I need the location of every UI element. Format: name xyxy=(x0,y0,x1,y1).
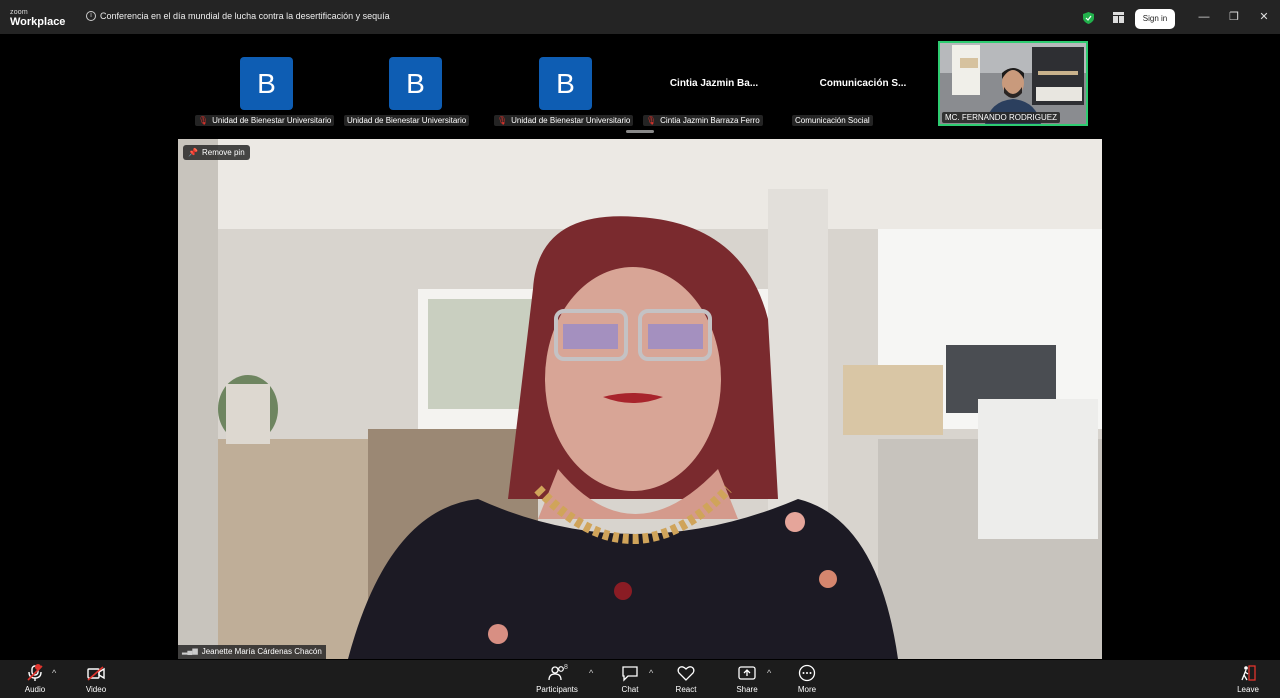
participant-name: MC. FERNANDO RODRIGUEZ xyxy=(945,113,1057,122)
participant-name: Unidad de Bienestar Universitario xyxy=(212,116,332,125)
more-icon xyxy=(798,664,816,682)
participant-tile[interactable]: B Unidad de Bienestar Universitario xyxy=(342,40,488,128)
logo-line1: zoom xyxy=(10,9,28,16)
muted-mic-icon: 🎙 xyxy=(497,116,508,125)
leave-label: Leave xyxy=(1237,685,1259,694)
participant-name: Unidad de Bienestar Universitario xyxy=(347,116,467,125)
participant-tile[interactable]: B 🎙 Unidad de Bienestar Universitario xyxy=(492,40,638,128)
chat-icon xyxy=(622,666,638,682)
main-speaker-video[interactable] xyxy=(178,139,1102,659)
strip-scroll-indicator[interactable] xyxy=(626,130,654,133)
speaker-name-label: ▂▄▆ Jeanette María Cárdenas Chacón xyxy=(178,645,326,659)
minimize-button[interactable]: — xyxy=(1197,10,1211,24)
participant-display-name: Cintia Jazmin Ba... xyxy=(669,78,759,89)
signal-strength-icon: ▂▄▆ xyxy=(182,648,198,655)
participants-options-caret[interactable]: ^ xyxy=(589,668,593,678)
speaker-name: Jeanette María Cárdenas Chacón xyxy=(201,647,322,656)
participant-label: 🎙 Unidad de Bienestar Universitario xyxy=(494,115,634,126)
chat-options-caret[interactable]: ^ xyxy=(649,668,653,678)
video-label: Video xyxy=(85,685,107,694)
share-options-caret[interactable]: ^ xyxy=(767,668,771,678)
remove-pin-label: Remove pin xyxy=(201,148,245,157)
participant-label: 🎙 Cintia Jazmin Barraza Ferro xyxy=(643,115,763,126)
logo-line2: Workplace xyxy=(10,16,66,28)
remove-pin-button[interactable]: 📌 Remove pin xyxy=(183,145,250,160)
app-logo: zoom Workplace xyxy=(10,9,65,28)
more-label: More xyxy=(797,685,817,694)
participant-label: Comunicación Social xyxy=(792,115,873,126)
audio-label: Audio xyxy=(24,685,46,694)
participant-display-name: Comunicación S... xyxy=(819,78,907,89)
participant-name: Comunicación Social xyxy=(795,116,870,125)
participant-video-tile[interactable]: MC. FERNANDO RODRIGUEZ xyxy=(938,41,1088,126)
participant-avatar: B xyxy=(240,57,293,110)
meeting-title: Conferencia en el día mundial de lucha c… xyxy=(100,11,390,21)
info-icon[interactable]: i xyxy=(86,11,96,21)
participants-button[interactable]: 8 Participants xyxy=(533,664,581,694)
sign-in-button[interactable]: Sign in xyxy=(1135,9,1175,29)
muted-mic-icon: 🎙 xyxy=(646,116,657,125)
chat-button[interactable]: Chat xyxy=(606,664,654,694)
share-button[interactable]: Share xyxy=(723,664,771,694)
muted-mic-icon xyxy=(27,664,43,681)
restore-button[interactable]: ❐ xyxy=(1227,10,1241,24)
participant-avatar: B xyxy=(389,57,442,110)
view-icon[interactable] xyxy=(1113,12,1124,23)
share-screen-icon xyxy=(738,666,756,680)
video-off-icon xyxy=(87,666,105,681)
share-label: Share xyxy=(736,685,758,694)
react-button[interactable]: React xyxy=(662,664,710,694)
participants-label: Participants xyxy=(536,685,578,694)
more-button[interactable]: More xyxy=(783,664,831,694)
muted-mic-icon: 🎙 xyxy=(198,116,209,125)
title-bar: zoom Workplace i Conferencia en el día m… xyxy=(0,0,1280,34)
participant-tile[interactable]: Cintia Jazmin Ba... 🎙 Cintia Jazmin Barra… xyxy=(641,40,787,128)
participant-tile[interactable]: B 🎙 Unidad de Bienestar Universitario xyxy=(193,40,339,128)
participant-count: 8 xyxy=(564,664,568,671)
pin-icon: 📌 xyxy=(188,148,198,157)
participant-label: MC. FERNANDO RODRIGUEZ xyxy=(942,112,1060,123)
video-button[interactable]: Video xyxy=(72,664,120,694)
encryption-shield-icon[interactable] xyxy=(1083,12,1094,24)
participant-label: 🎙 Unidad de Bienestar Universitario xyxy=(195,115,335,126)
speaker-video-feed xyxy=(178,139,1102,659)
chat-label: Chat xyxy=(621,685,639,694)
heart-icon xyxy=(677,666,695,681)
participant-label: Unidad de Bienestar Universitario xyxy=(344,115,470,126)
leave-button[interactable]: Leave xyxy=(1224,664,1272,694)
close-button[interactable]: ✕ xyxy=(1257,10,1271,24)
participant-tile[interactable]: Comunicación S... Comunicación Social xyxy=(790,40,936,128)
participant-name: Unidad de Bienestar Universitario xyxy=(511,116,631,125)
leave-icon xyxy=(1241,665,1256,681)
meeting-toolbar: Audio ^ Video 8 Participants ^ Chat ^ Re… xyxy=(0,660,1280,698)
audio-options-caret[interactable]: ^ xyxy=(52,668,56,678)
react-label: React xyxy=(675,685,697,694)
participant-avatar: B xyxy=(539,57,592,110)
meeting-info[interactable]: i Conferencia en el día mundial de lucha… xyxy=(86,11,390,21)
participant-name: Cintia Jazmin Barraza Ferro xyxy=(660,116,760,125)
